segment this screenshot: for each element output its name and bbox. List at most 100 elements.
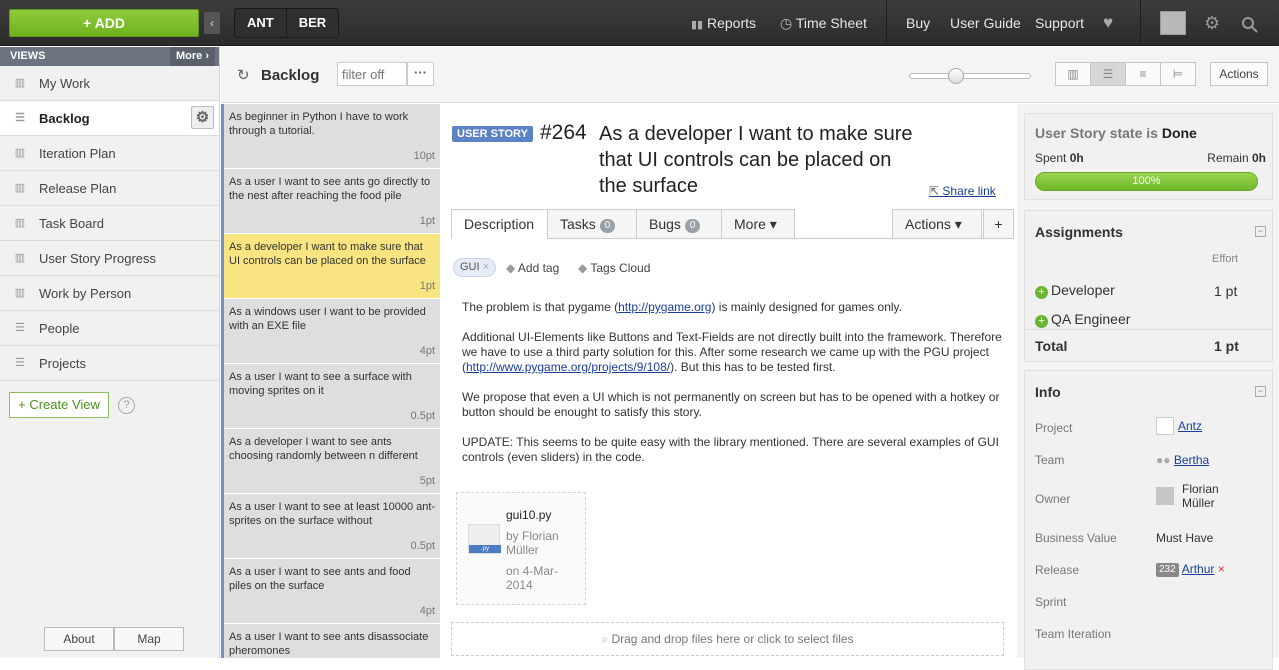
project-link[interactable]: Antz: [1178, 419, 1202, 433]
reports-link[interactable]: ▮▮ Reports: [691, 0, 756, 46]
support-link[interactable]: Support: [1035, 0, 1084, 46]
create-view-button[interactable]: + Create View: [9, 392, 109, 418]
sidebar-item-work-by-person[interactable]: ▥ Work by Person: [0, 276, 219, 311]
sidebar-item-backlog[interactable]: ☰ Backlog ⚙: [0, 101, 219, 136]
zoom-slider-handle[interactable]: [948, 68, 964, 84]
attachment-card[interactable]: .py gui10.py by Florian Müller on 4-Mar-…: [456, 492, 586, 605]
pygame-link[interactable]: http://pygame.org: [618, 300, 711, 314]
backlog-card[interactable]: As a developer I want to see ants choosi…: [224, 429, 440, 494]
owner-value[interactable]: Florian Müller: [1156, 482, 1232, 510]
backlog-card[interactable]: As a developer I want to make sure that …: [224, 234, 440, 299]
heart-icon[interactable]: ♥: [1103, 0, 1113, 46]
backlog-card[interactable]: As beginner in Python I have to work thr…: [224, 104, 440, 169]
collapse-icon[interactable]: −: [1255, 386, 1266, 397]
story-description[interactable]: The problem is that pygame (http://pygam…: [462, 300, 1002, 480]
sidebar-item-label: Backlog: [39, 110, 90, 126]
owner-name: Florian Müller: [1182, 482, 1219, 510]
collapse-icon[interactable]: −: [1255, 226, 1266, 237]
role-developer[interactable]: + Developer: [1035, 282, 1115, 299]
backlog-card[interactable]: As a user I want to see a surface with m…: [224, 364, 440, 429]
share-icon: ⇱: [929, 184, 943, 198]
role-qa-engineer[interactable]: + QA Engineer: [1035, 311, 1130, 328]
tags-cloud-button[interactable]: ◆ Tags Cloud: [578, 261, 650, 275]
sidebar-item-iteration-plan[interactable]: ▥ Iteration Plan: [0, 136, 219, 171]
story-actions-button[interactable]: Actions ▾: [892, 209, 982, 239]
team-ber[interactable]: BER: [287, 9, 338, 37]
view-settings-gear-icon[interactable]: ⚙: [191, 106, 214, 129]
sidebar-item-task-board[interactable]: ▥ Task Board: [0, 206, 219, 241]
about-button[interactable]: About: [44, 627, 114, 651]
team-value[interactable]: ●● Bertha: [1156, 453, 1209, 467]
backlog-card[interactable]: As a user I want to see ants disassociat…: [224, 624, 440, 658]
sidebar-item-label: Work by Person: [39, 285, 132, 301]
total-label: Total: [1035, 338, 1068, 354]
filter-input[interactable]: [337, 62, 407, 86]
timeline-view-icon[interactable]: ⊨: [1160, 62, 1196, 86]
clock-icon: ◷: [780, 15, 793, 31]
refresh-icon[interactable]: ↻: [237, 66, 250, 84]
help-icon[interactable]: ?: [118, 397, 135, 414]
backlog-card[interactable]: As a user I want to see at least 10000 a…: [224, 494, 440, 559]
story-tabs: Description Tasks 0 Bugs 0 More ▾ Actions …: [451, 209, 1014, 239]
tab-more[interactable]: More ▾: [721, 209, 795, 239]
list-view-icon[interactable]: ☰: [1090, 62, 1126, 86]
map-button[interactable]: Map: [114, 627, 184, 651]
tag-label: GUI: [460, 261, 480, 273]
actions-button[interactable]: Actions: [1210, 62, 1268, 86]
reports-label: Reports: [707, 15, 757, 31]
team-label: Team: [1035, 453, 1065, 467]
zoom-slider[interactable]: [909, 68, 1031, 84]
project-value[interactable]: Antz: [1156, 417, 1202, 435]
user-guide-link[interactable]: User Guide: [950, 0, 1021, 46]
add-tab-button[interactable]: +: [983, 209, 1014, 239]
collapse-sidebar-icon[interactable]: ‹: [204, 12, 220, 34]
project-label: Project: [1035, 421, 1073, 435]
team-ant[interactable]: ANT: [235, 9, 287, 37]
pgu-link[interactable]: http://www.pygame.org/projects/9/108/: [466, 360, 670, 374]
tab-bugs[interactable]: Bugs 0: [636, 209, 722, 239]
sidebar-item-release-plan[interactable]: ▥ Release Plan: [0, 171, 219, 206]
compact-list-view-icon[interactable]: ≡: [1125, 62, 1161, 86]
avatar[interactable]: [1160, 11, 1186, 35]
add-tag-button[interactable]: ◆ Add tag: [506, 261, 559, 275]
business-value[interactable]: Must Have: [1156, 531, 1213, 545]
board-toolbar: ↻ Backlog ··· ▥ ☰ ≡ ⊨ Actions: [221, 47, 1279, 103]
release-remove-icon[interactable]: ×: [1218, 562, 1225, 576]
sidebar-item-people[interactable]: ☰ People: [0, 311, 219, 346]
top-bar: + ADD ‹ ANT BER ▮▮ Reports ◷ Time Sheet …: [0, 0, 1279, 46]
project-color-swatch: [1156, 417, 1174, 435]
share-link[interactable]: ⇱ Share link: [929, 184, 996, 198]
add-person-icon[interactable]: +: [1035, 286, 1048, 299]
views-more-button[interactable]: More ›: [170, 47, 215, 66]
board-view-icon[interactable]: ▥: [1055, 62, 1091, 86]
add-button[interactable]: + ADD: [9, 9, 199, 37]
owner-avatar: [1156, 487, 1174, 505]
tag-remove-icon[interactable]: ×: [483, 261, 489, 273]
buy-link[interactable]: Buy: [906, 0, 930, 46]
tab-description[interactable]: Description: [451, 209, 548, 239]
file-dropzone[interactable]: ⌕ Drag and drop files here or click to s…: [451, 622, 1004, 656]
search-icon[interactable]: [1241, 0, 1259, 46]
release-link[interactable]: Arthur: [1182, 562, 1215, 576]
sidebar-item-user-story-progress[interactable]: ▥ User Story Progress: [0, 241, 219, 276]
attachment-name[interactable]: gui10.py: [506, 508, 551, 522]
tag-chip[interactable]: GUI ×: [453, 258, 497, 277]
gear-icon[interactable]: ⚙: [1204, 0, 1220, 46]
sidebar-item-projects[interactable]: ☰ Projects: [0, 346, 219, 381]
story-title[interactable]: As a developer I want to make sure that …: [599, 121, 919, 199]
tab-tasks[interactable]: Tasks 0: [547, 209, 637, 239]
state-line[interactable]: User Story state is Done: [1035, 125, 1197, 141]
timesheet-link[interactable]: ◷ Time Sheet: [780, 0, 867, 46]
tab-label: Description: [464, 216, 535, 232]
backlog-card[interactable]: As a windows user I want to be provided …: [224, 299, 440, 364]
backlog-card[interactable]: As a user I want to see ants go directly…: [224, 169, 440, 234]
sidebar-item-label: User Story Progress: [39, 250, 157, 266]
backlog-card[interactable]: As a user I want to see ants and food pi…: [224, 559, 440, 624]
sidebar-item-my-work[interactable]: ▥ My Work: [0, 66, 219, 101]
release-value[interactable]: 232 Arthur ×: [1156, 562, 1225, 577]
role-effort[interactable]: 1 pt: [1214, 283, 1237, 299]
filter-options-button[interactable]: ···: [407, 62, 434, 86]
team-selector[interactable]: ANT BER: [234, 8, 340, 38]
team-link[interactable]: Bertha: [1174, 453, 1209, 467]
add-person-icon[interactable]: +: [1035, 315, 1048, 328]
